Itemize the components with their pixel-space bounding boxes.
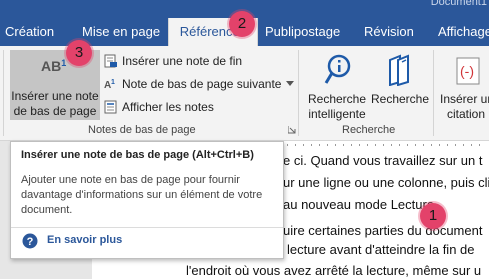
insert-citation-label-1: Insérer une	[440, 92, 489, 106]
show-notes-label: Afficher les notes	[122, 100, 214, 114]
doc-line: au nouveau mode Lecture.	[283, 197, 438, 212]
next-footnote-icon: A 1	[104, 79, 115, 91]
research-group-label: Recherche	[342, 124, 396, 136]
group-separator	[298, 50, 299, 136]
learn-more-link[interactable]: En savoir plus	[47, 234, 122, 246]
show-notes-icon	[104, 100, 117, 114]
tab-mise-en-page[interactable]: Mise en page	[82, 18, 160, 46]
books-icon	[389, 54, 409, 86]
citation-icon: (-)	[456, 57, 480, 85]
footnotes-group-label: Notes de bas de page	[88, 124, 196, 136]
smart-lookup-label-1: Recherche	[307, 92, 367, 106]
endnote-icon	[104, 54, 117, 68]
insert-citation-label-2: citation	[447, 107, 486, 120]
doc-line: e ci. Quand vous travaillez sur un t	[283, 153, 483, 168]
insert-citation-button[interactable]: (-) Insérer une citation	[438, 50, 489, 120]
researcher-label: Recherche	[370, 92, 430, 106]
step-marker-1: 1	[420, 203, 446, 229]
smart-lookup-icon	[324, 54, 351, 84]
group-separator	[433, 50, 434, 136]
insert-endnote-label: Insérer une note de fin	[122, 54, 243, 68]
tab-revision[interactable]: Révision	[364, 18, 414, 46]
smart-lookup-button[interactable]: Recherche intelligente	[305, 50, 369, 121]
tooltip-title: Insérer une note de bas de page (Alt+Ctr…	[21, 149, 254, 161]
tab-affichage[interactable]: Affichage	[438, 18, 489, 46]
document-title: Document1	[430, 0, 487, 8]
help-icon[interactable]: ?	[22, 233, 38, 249]
group-separator	[3, 50, 4, 136]
footnote-icon: AB1	[41, 58, 71, 80]
next-footnote-button[interactable]: A 1 Note de bas de page suivante	[104, 76, 294, 92]
show-notes-button[interactable]: Afficher les notes	[104, 99, 234, 115]
tooltip-body: Ajouter une note en bas de page pour fou…	[21, 174, 263, 216]
dialog-launcher-icon[interactable]	[288, 126, 296, 134]
svg-text:1: 1	[111, 79, 115, 86]
insert-footnote-label-1: Insérer une note	[11, 89, 99, 103]
doc-line: l'endroit où vous avez arrêté la lecture…	[186, 263, 482, 278]
tooltip: Insérer une note de bas de page (Alt+Ctr…	[10, 141, 284, 259]
step-marker-3: 3	[66, 40, 92, 66]
tab-creation[interactable]: Création	[5, 18, 54, 46]
doc-line: lecture avant d'atteindre la fin de	[287, 242, 475, 257]
doc-line: ur une ligne ou une colonne, puis cli	[283, 175, 489, 190]
step-marker-2: 2	[229, 11, 255, 37]
doc-line: uire certaines parties du document	[283, 223, 483, 238]
insert-endnote-button[interactable]: Insérer une note de fin	[104, 53, 254, 69]
svg-text:(-): (-)	[460, 63, 474, 79]
insert-footnote-label-2: de bas de page	[13, 104, 97, 118]
tooltip-divider	[11, 227, 283, 228]
tab-publipostage[interactable]: Publipostage	[265, 18, 340, 46]
researcher-button[interactable]: Recherche	[369, 50, 431, 120]
footnote-icon-text: AB	[41, 58, 62, 74]
chevron-down-icon[interactable]	[286, 81, 294, 87]
next-footnote-label: Note de bas de page suivante	[122, 77, 282, 91]
smart-lookup-label-2: intelligente	[308, 107, 366, 121]
svg-text:?: ?	[27, 236, 34, 248]
footnote-icon-sup: 1	[61, 58, 67, 68]
